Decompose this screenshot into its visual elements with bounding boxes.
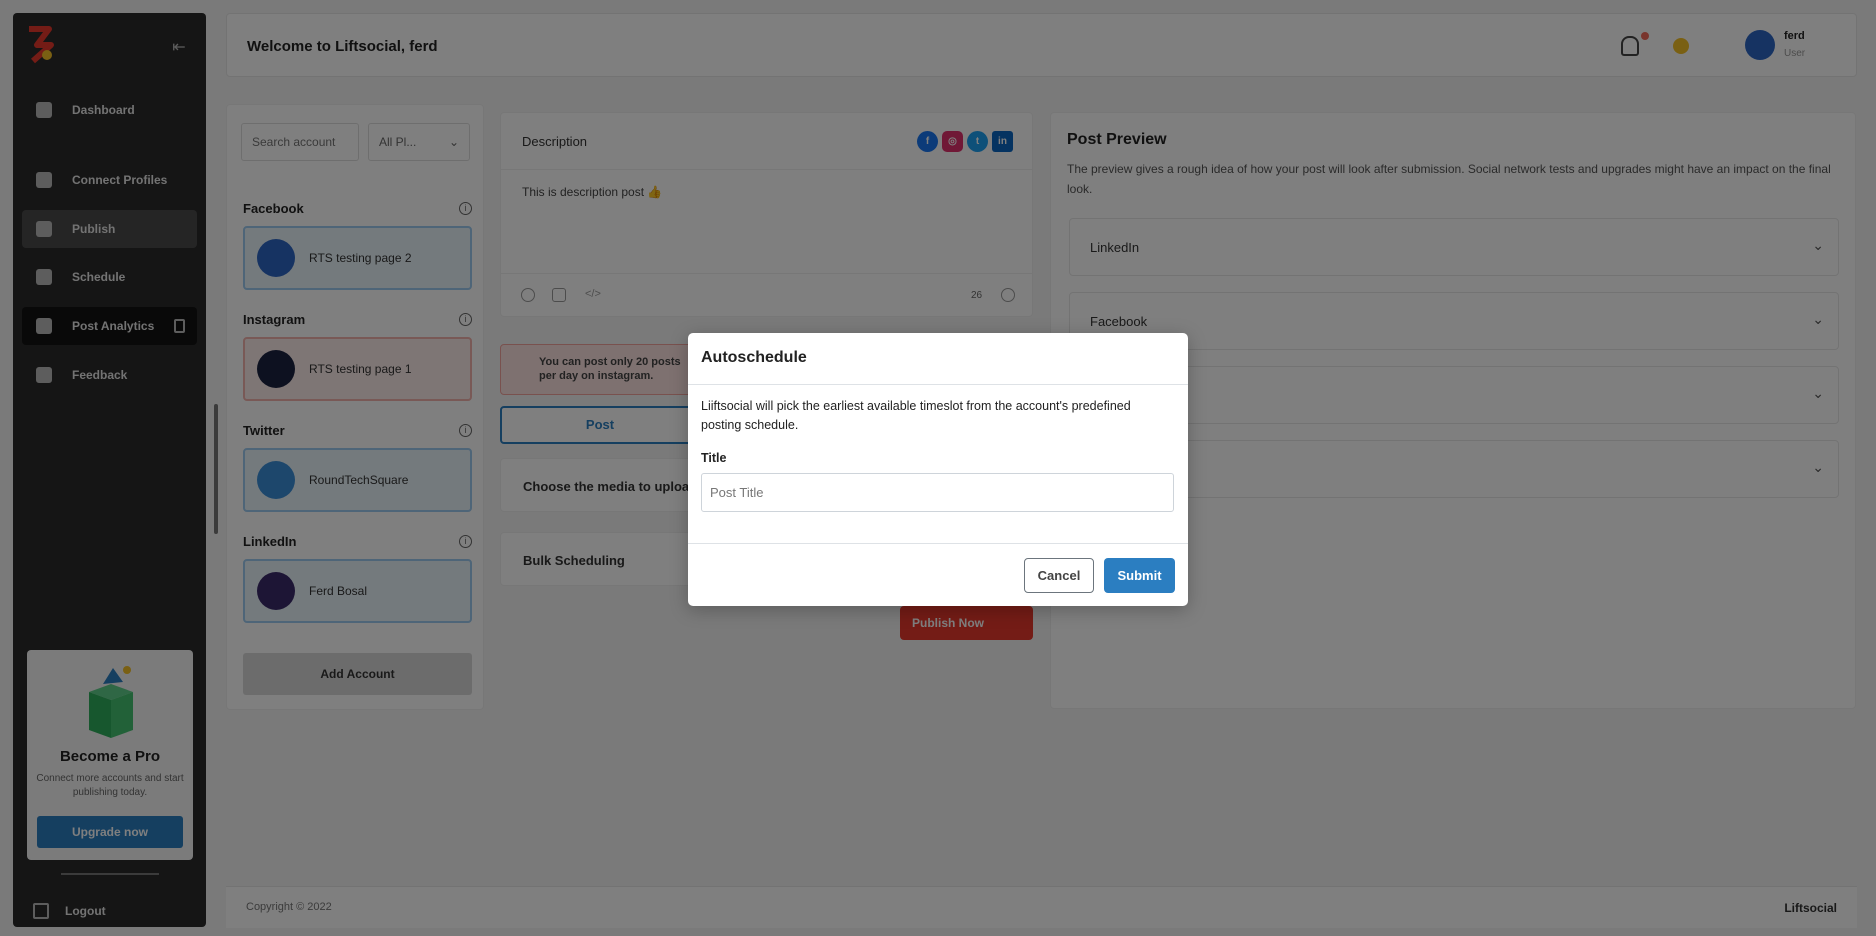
title-field-label: Title: [701, 451, 727, 465]
cancel-button[interactable]: Cancel: [1024, 558, 1094, 593]
modal-title: Autoschedule: [701, 349, 807, 366]
submit-button[interactable]: Submit: [1104, 558, 1175, 593]
modal-footer-divider: [688, 543, 1188, 544]
modal-header-divider: [688, 384, 1188, 385]
post-title-input[interactable]: [701, 473, 1174, 512]
modal-description: Liiftsocial will pick the earliest avail…: [701, 399, 1131, 432]
autoschedule-modal: Autoschedule Liiftsocial will pick the e…: [688, 333, 1188, 606]
